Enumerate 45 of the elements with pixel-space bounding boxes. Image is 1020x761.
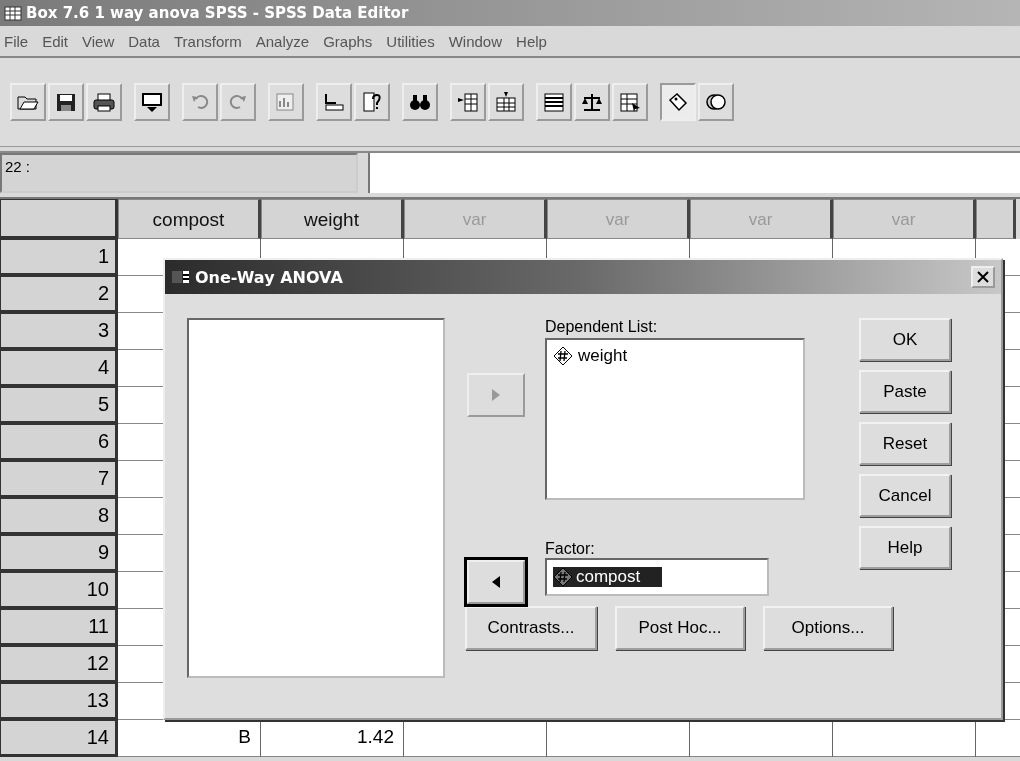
dialog-button[interactable]: Post Hoc... bbox=[615, 606, 745, 650]
dialog-button[interactable]: Paste bbox=[859, 370, 951, 413]
factor-field[interactable]: compost bbox=[545, 558, 769, 596]
row-header[interactable]: 10 bbox=[0, 572, 118, 609]
row-header[interactable]: 9 bbox=[0, 535, 118, 572]
row-header[interactable]: 11 bbox=[0, 609, 118, 646]
dialog-title: One-Way ANOVA bbox=[195, 267, 344, 287]
row-header[interactable]: 14 bbox=[0, 720, 118, 757]
row-header[interactable]: 7 bbox=[0, 461, 118, 498]
row-header[interactable]: 6 bbox=[0, 424, 118, 461]
menu-item[interactable]: Window bbox=[448, 32, 503, 50]
menu-item[interactable]: File bbox=[4, 32, 29, 50]
menu-item[interactable]: Help bbox=[516, 32, 547, 50]
table-cell[interactable]: B bbox=[238, 726, 251, 747]
dependent-list-label: Dependent List: bbox=[545, 318, 659, 336]
factor-value: compost bbox=[576, 567, 641, 587]
menu-item[interactable]: Utilities bbox=[386, 32, 435, 50]
dialog-button[interactable]: Cancel bbox=[859, 474, 951, 517]
cell-reference: 22 : bbox=[0, 153, 358, 193]
row-header[interactable]: 3 bbox=[0, 313, 118, 350]
row-header[interactable]: 2 bbox=[0, 276, 118, 313]
list-item[interactable]: weight bbox=[553, 346, 797, 366]
dialog-button[interactable]: Help bbox=[859, 526, 951, 569]
dialog-button[interactable]: Reset bbox=[859, 422, 951, 465]
table-cell[interactable]: 1.42 bbox=[357, 726, 394, 747]
dialog-button[interactable]: OK bbox=[859, 318, 951, 361]
row-header[interactable]: 1 bbox=[0, 239, 118, 276]
window-title: Box 7.6 1 way anova SPSS - SPSS Data Editor bbox=[26, 4, 409, 22]
menu-item[interactable]: View bbox=[82, 32, 115, 50]
factor-label: Factor: bbox=[545, 540, 596, 558]
column-header[interactable]: compost bbox=[118, 199, 261, 239]
row-header[interactable]: 13 bbox=[0, 683, 118, 720]
column-header[interactable]: weight bbox=[261, 199, 404, 239]
menu-item[interactable]: Data bbox=[128, 32, 160, 50]
row-header[interactable]: 12 bbox=[0, 646, 118, 683]
menu-item[interactable]: Analyze bbox=[255, 32, 310, 50]
menu-item[interactable]: Edit bbox=[42, 32, 69, 50]
row-header[interactable]: 4 bbox=[0, 350, 118, 387]
menu-item[interactable]: Graphs bbox=[323, 32, 373, 50]
dialog-button[interactable]: Contrasts... bbox=[465, 606, 597, 650]
menu-item[interactable]: Transform bbox=[173, 32, 242, 50]
dependent-list[interactable]: weight bbox=[545, 338, 805, 500]
dialog-button[interactable]: Options... bbox=[763, 606, 893, 650]
row-header[interactable]: 8 bbox=[0, 498, 118, 535]
row-header[interactable]: 5 bbox=[0, 387, 118, 424]
